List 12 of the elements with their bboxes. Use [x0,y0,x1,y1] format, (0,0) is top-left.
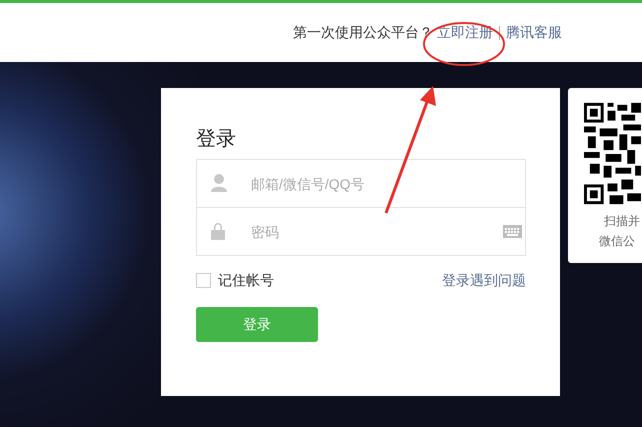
user-icon [211,174,227,192]
remember-checkbox[interactable] [196,273,211,288]
qr-caption-line: 扫描并 [603,213,641,230]
lock-icon [211,222,225,240]
qr-caption-line: 微信公 [598,233,636,250]
header-link[interactable]: 腾讯客服 [506,22,562,43]
login-help-link[interactable]: 登录遇到问题 [442,270,526,291]
password-field[interactable]: 密码 [196,207,526,256]
login-title: 登录 [196,127,237,152]
keyboard-icon[interactable] [503,225,522,238]
account-field[interactable]: 邮箱/微信号/QQ号 [196,159,526,208]
remember-label: 记住帐号 [218,271,274,290]
